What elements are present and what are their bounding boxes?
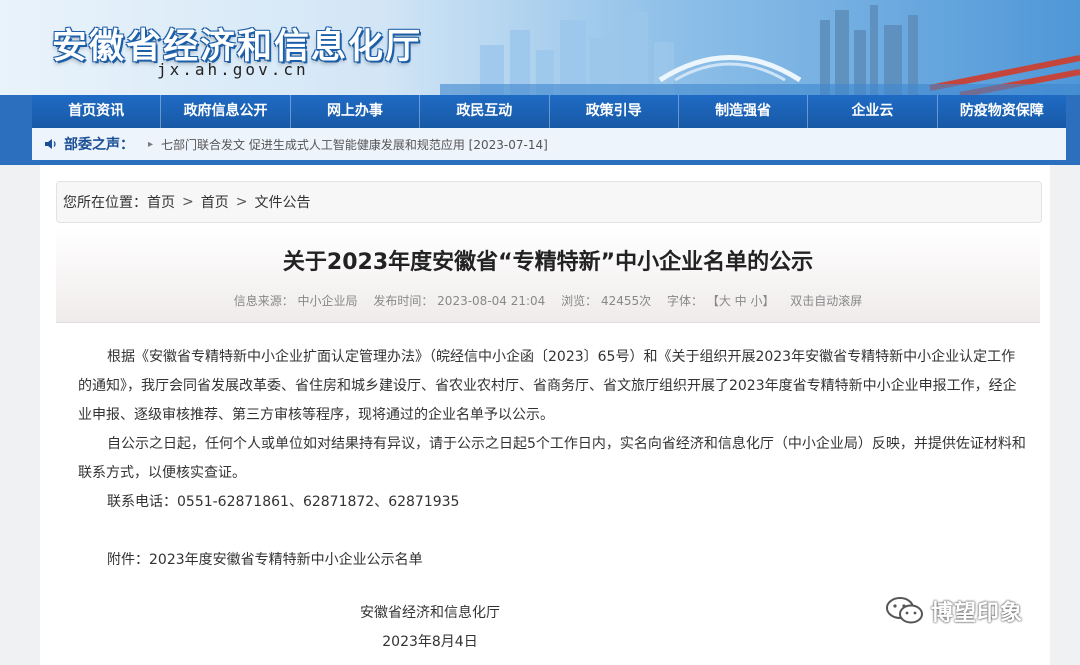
nav-item-enterprise-cloud[interactable]: 企业云 [808, 95, 938, 128]
breadcrumb-link-home[interactable]: 首页 [147, 192, 175, 212]
breadcrumb-prefix: 您所在位置： [63, 195, 147, 211]
meta-font-label: 字体： [666, 294, 703, 308]
attachment-link[interactable]: 附件：2023年度安徽省专精特新中小企业公示名单 [78, 546, 1028, 575]
meta-published: 发布时间： 2023-08-04 21:04 [373, 294, 546, 308]
nav-item-manufacturing[interactable]: 制造强省 [679, 95, 809, 128]
watermark: 博望印象 [885, 593, 1055, 629]
city-skyline-banner [440, 5, 1080, 95]
breadcrumb-link-announcements[interactable]: 文件公告 [254, 192, 310, 212]
nav-item-policy[interactable]: 政策引导 [550, 95, 679, 128]
bullet-arrow-icon: ▸ [148, 138, 154, 150]
article-body: 根据《安徽省专精特新中小企业扩面认定管理办法》（皖经信中小企函〔2023〕65号… [78, 343, 1028, 575]
signature-date: 2023年8月4日 [382, 634, 478, 650]
nav-item-epidemic-supplies[interactable]: 防疫物资保障 [938, 95, 1066, 128]
article-meta: 信息来源： 中小企业局 发布时间： 2023-08-04 21:04 浏览： 4… [56, 292, 1040, 309]
main-nav: 首页资讯 政府信息公开 网上办事 政民互动 政策引导 制造强省 企业云 防疫物资… [32, 95, 1066, 128]
article-header: 关于2023年度安徽省“专精特新”中小企业名单的公示 信息来源： 中小企业局 发… [56, 228, 1040, 323]
meta-source: 信息来源： 中小企业局 [233, 294, 358, 308]
notice-message-link[interactable]: 七部门联合发文 促进生成式人工智能健康发展和规范应用 [2023-07-14] [161, 136, 548, 153]
breadcrumb: 您所在位置： 首页 > 首页 > 文件公告 [56, 181, 1042, 223]
nav-item-interaction[interactable]: 政民互动 [420, 95, 550, 128]
breadcrumb-separator: > [235, 194, 248, 210]
autoscroll-toggle[interactable]: 双击自动滚屏 [790, 294, 862, 308]
nav-region: 首页资讯 政府信息公开 网上办事 政民互动 政策引导 制造强省 企业云 防疫物资… [0, 95, 1080, 165]
article-title: 关于2023年度安徽省“专精特新”中小企业名单的公示 [282, 250, 814, 275]
wechat-icon [886, 597, 923, 624]
nav-item-gov-info[interactable]: 政府信息公开 [161, 95, 291, 128]
breadcrumb-link-home-2[interactable]: 首页 [201, 192, 229, 212]
contact-phone: 联系电话：0551-62871861、62871872、62871935 [107, 494, 460, 510]
body-paragraph: 根据《安徽省专精特新中小企业扩面认定管理办法》（皖经信中小企函〔2023〕65号… [78, 349, 1017, 423]
notice-label: 部委之声： [64, 137, 134, 153]
font-size-controls[interactable]: 【大 中 小】 [707, 294, 775, 308]
signature-org: 安徽省经济和信息化厅 [360, 605, 500, 621]
nav-item-home-news[interactable]: 首页资讯 [32, 95, 162, 128]
nav-item-online-services[interactable]: 网上办事 [291, 95, 421, 128]
article-panel: 您所在位置： 首页 > 首页 > 文件公告 关于2023年度安徽省“专精特新”中… [40, 165, 1050, 665]
body-paragraph: 自公示之日起，任何个人或单位如对结果持有异议，请于公示之日起5个工作日内，实名向… [78, 436, 1026, 481]
meta-views: 浏览： 42455次 [561, 294, 652, 308]
site-header: 安徽省经济和信息化厅 jx.ah.gov.cn [0, 0, 1080, 95]
speaker-icon [45, 139, 56, 149]
breadcrumb-separator: > [182, 194, 194, 210]
watermark-text: 博望印象 [931, 601, 1024, 626]
notice-bar: 部委之声： ▸ 七部门联合发文 促进生成式人工智能健康发展和规范应用 [2023… [32, 128, 1066, 160]
site-url: jx.ah.gov.cn [157, 60, 309, 79]
